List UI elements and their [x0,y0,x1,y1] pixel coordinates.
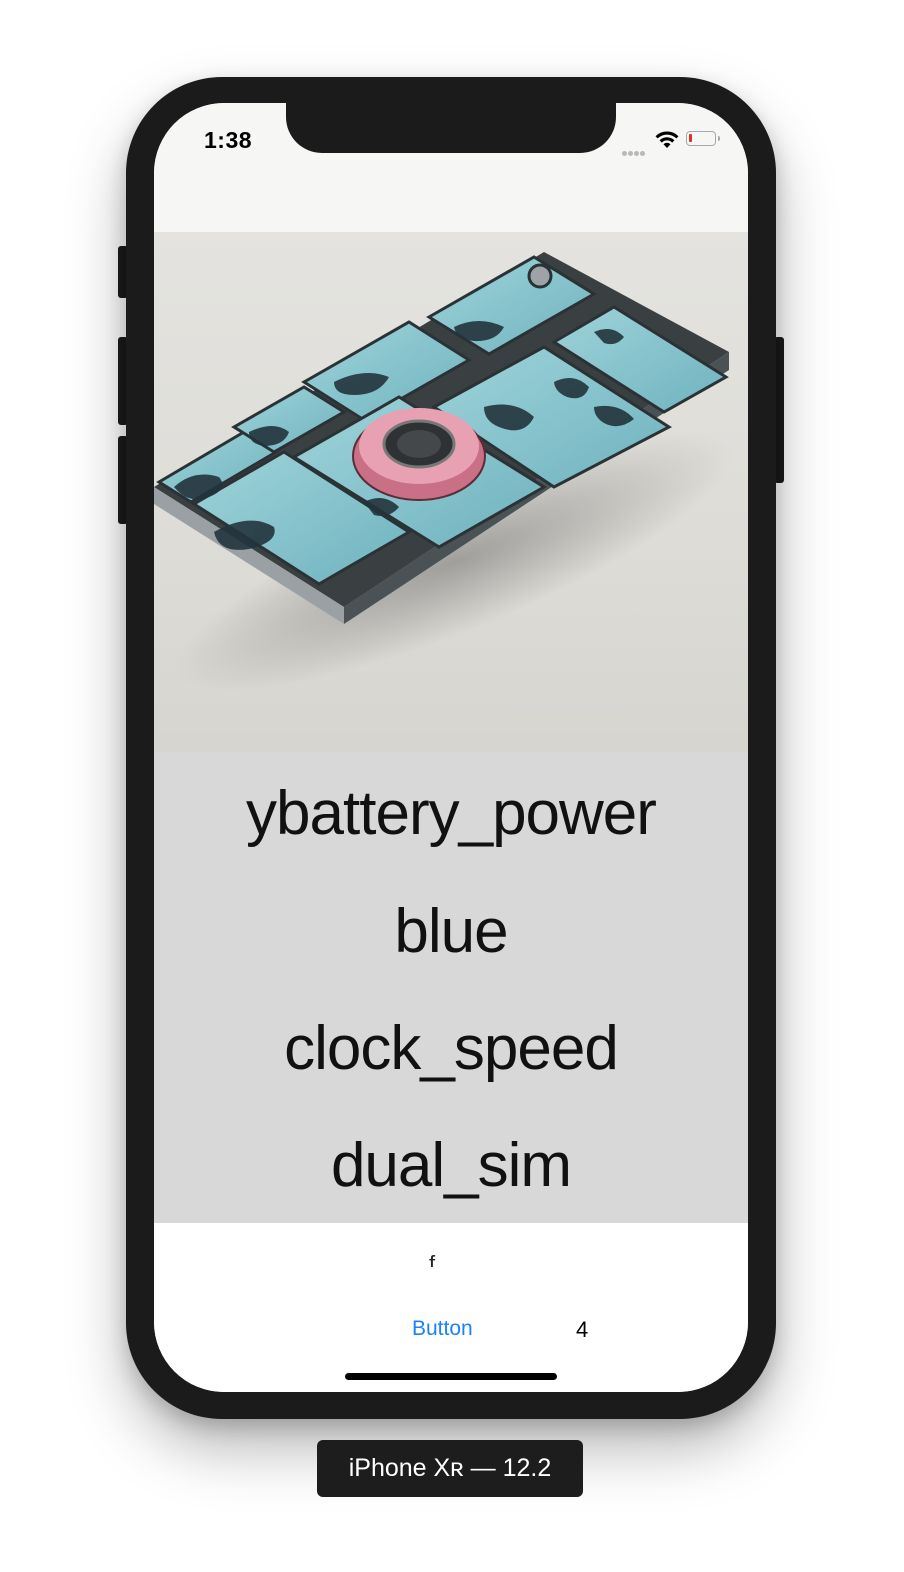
product-image [154,232,748,752]
bottom-toolbar: f Button 4 [154,1223,748,1392]
picker-row[interactable]: blue [154,892,748,972]
home-indicator[interactable] [345,1373,557,1380]
modular-phone-image [154,252,734,692]
picker-row[interactable]: ybattery_power [154,774,748,854]
action-button[interactable]: Button [412,1317,473,1341]
notch [286,103,616,153]
picker-row[interactable]: dual_sim [154,1126,748,1206]
picker-row[interactable]: clock_speed [154,1009,748,1089]
picker-list[interactable]: ybattery_power blue clock_speed dual_sim [154,752,748,1223]
simulator-device-label: iPhone Xʀ — 12.2 [317,1440,583,1497]
cellular-signal-icon [622,143,646,161]
status-time: 1:38 [204,127,253,153]
wifi-icon [655,131,679,148]
device-screen: 1:38 ybattery_power blue clock_speed dua… [154,103,748,1392]
battery-low-icon [686,131,720,146]
navigation-bar: 1:38 [154,103,748,233]
clipped-text: f [429,1253,436,1267]
count-label: 4 [576,1317,589,1342]
